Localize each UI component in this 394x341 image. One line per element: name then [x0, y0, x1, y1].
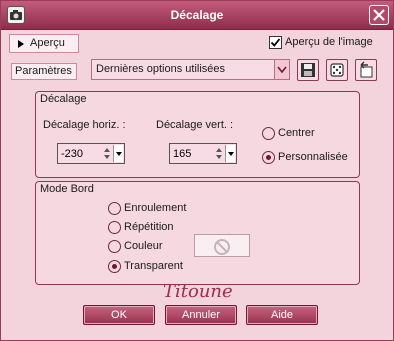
- offset-group-title: Décalage: [40, 93, 87, 105]
- preset-dropdown-button[interactable]: [274, 60, 289, 79]
- horiz-offset-label: Décalage horiz. :: [43, 119, 126, 131]
- edge-mode-group-title: Mode Bord: [40, 183, 94, 195]
- spin-arrows-icon: [104, 148, 110, 159]
- radio-wrap-button[interactable]: [108, 202, 121, 215]
- radio-wrap-label: Enroulement: [124, 202, 187, 214]
- reset-icon: [360, 61, 373, 78]
- window-title: Décalage: [170, 8, 224, 22]
- offset-group: Décalage Décalage horiz. : Décalage vert…: [35, 91, 360, 178]
- triangle-down-icon: [228, 152, 234, 156]
- chevron-down-icon: [277, 66, 287, 74]
- triangle-right-icon: [18, 40, 24, 48]
- horiz-offset-dropdown[interactable]: [113, 145, 123, 162]
- color-swatch[interactable]: [194, 234, 250, 257]
- dialog-window: Décalage Aperçu Aperçu de l'image Paramè…: [0, 0, 394, 341]
- no-color-icon: [214, 239, 230, 255]
- horiz-offset-stepper[interactable]: [57, 143, 125, 164]
- reset-button[interactable]: [355, 59, 377, 81]
- vert-offset-stepper[interactable]: [169, 143, 237, 164]
- ok-button[interactable]: OK: [83, 305, 155, 325]
- radio-custom-label: Personnalisée: [278, 151, 348, 163]
- radio-color-button[interactable]: [108, 240, 121, 253]
- radio-color-label: Couleur: [124, 240, 163, 252]
- vert-offset-label: Décalage vert. :: [156, 119, 234, 131]
- radio-repeat-label: Répétition: [124, 221, 174, 233]
- cancel-button[interactable]: Annuler: [165, 305, 237, 325]
- horiz-offset-input[interactable]: [61, 146, 95, 161]
- save-preset-icon: [301, 63, 315, 77]
- vert-offset-input[interactable]: [173, 146, 207, 161]
- presets-label: Paramètres: [11, 63, 77, 80]
- radio-transparent-button[interactable]: [108, 260, 121, 273]
- close-icon: [373, 9, 385, 21]
- preset-value: Dernières options utilisées: [96, 63, 226, 75]
- dice-icon: [330, 63, 344, 77]
- radio-transparent-label: Transparent: [124, 260, 183, 272]
- randomize-button[interactable]: [326, 59, 348, 81]
- horiz-spin-arrows[interactable]: [102, 146, 112, 161]
- radio-center-label: Centrer: [278, 127, 315, 139]
- preview-image-checkbox[interactable]: [269, 36, 282, 49]
- vert-spin-arrows[interactable]: [214, 146, 224, 161]
- preset-select[interactable]: Dernières options utilisées: [91, 59, 290, 80]
- edge-mode-group: Mode Bord: [35, 181, 360, 285]
- save-preset-button[interactable]: [297, 59, 319, 81]
- signature-watermark: Titoune: [163, 281, 233, 302]
- preview-label: Aperçu: [30, 37, 65, 49]
- triangle-down-icon: [116, 152, 122, 156]
- preview-toggle-button[interactable]: Aperçu: [9, 34, 79, 53]
- title-bar[interactable]: Décalage: [1, 1, 393, 30]
- spin-arrows-icon: [216, 148, 222, 159]
- close-button[interactable]: [369, 5, 389, 25]
- checkmark-icon: [270, 38, 281, 47]
- radio-custom-button[interactable]: [262, 151, 275, 164]
- vert-offset-dropdown[interactable]: [225, 145, 235, 162]
- preview-image-label: Aperçu de l'image: [285, 36, 373, 48]
- radio-repeat-button[interactable]: [108, 221, 121, 234]
- help-button[interactable]: Aide: [246, 305, 318, 325]
- radio-center-button[interactable]: [262, 127, 275, 140]
